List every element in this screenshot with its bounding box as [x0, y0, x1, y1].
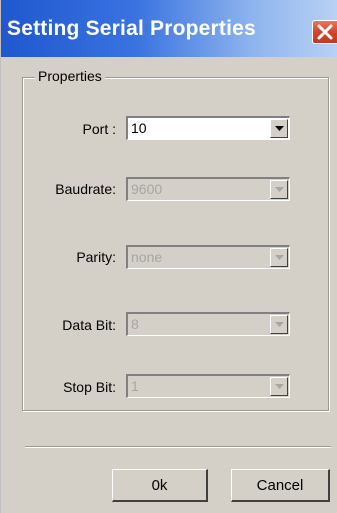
data-bit-dropdown-button[interactable]: [270, 315, 288, 334]
serial-properties-dialog: Setting Serial Properties Properties Por…: [0, 0, 337, 513]
baudrate-label: Baudrate:: [55, 181, 116, 197]
data-bit-value: 8: [131, 316, 139, 332]
baudrate-dropdown-button[interactable]: [270, 180, 288, 199]
port-dropdown-button[interactable]: [270, 119, 288, 138]
port-select[interactable]: 10: [126, 116, 290, 140]
chevron-down-icon: [275, 187, 284, 192]
chevron-down-icon: [275, 126, 284, 131]
stop-bit-label: Stop Bit:: [63, 379, 116, 395]
close-button[interactable]: [312, 20, 337, 44]
separator-line: [25, 446, 331, 448]
parity-value: none: [131, 249, 163, 265]
chevron-down-icon: [275, 322, 284, 327]
parity-select[interactable]: none: [126, 245, 290, 269]
close-icon: [317, 24, 333, 40]
parity-label: Parity:: [76, 249, 116, 265]
stop-bit-value: 1: [131, 378, 139, 394]
baudrate-select[interactable]: 9600: [126, 177, 290, 201]
data-bit-select[interactable]: 8: [126, 312, 290, 336]
stop-bit-select[interactable]: 1: [126, 374, 290, 398]
window-title: Setting Serial Properties: [7, 17, 256, 40]
chevron-down-icon: [275, 255, 284, 260]
title-bar[interactable]: Setting Serial Properties: [1, 0, 337, 57]
port-label: Port :: [82, 121, 116, 137]
cancel-button[interactable]: Cancel: [231, 469, 330, 502]
chevron-down-icon: [275, 384, 284, 389]
ok-button[interactable]: 0k: [112, 469, 208, 502]
data-bit-label: Data Bit:: [62, 317, 116, 333]
baudrate-value: 9600: [131, 181, 163, 197]
stop-bit-dropdown-button[interactable]: [270, 377, 288, 396]
parity-dropdown-button[interactable]: [270, 248, 288, 267]
port-value: 10: [131, 120, 147, 136]
properties-legend: Properties: [35, 68, 105, 84]
